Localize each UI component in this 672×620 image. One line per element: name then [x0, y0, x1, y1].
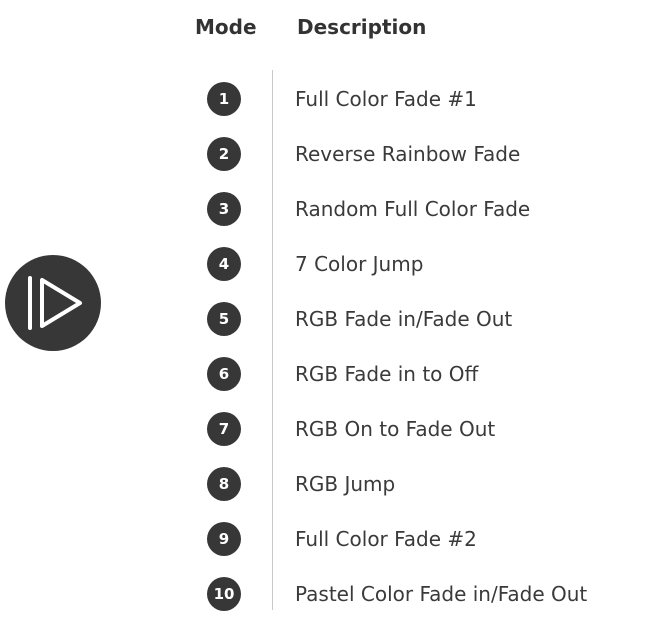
mode-row: 6 RGB Fade in to Off: [0, 345, 672, 400]
mode-row: 4 7 Color Jump: [0, 235, 672, 290]
mode-number-badge: 10: [207, 577, 241, 611]
mode-description: Pastel Color Fade in/Fade Out: [295, 582, 588, 606]
mode-description: Full Color Fade #1: [295, 87, 477, 111]
mode-row: 1 Full Color Fade #1: [0, 70, 672, 125]
mode-number-badge: 9: [207, 522, 241, 556]
mode-number-badge: 2: [207, 137, 241, 171]
mode-description: Full Color Fade #2: [295, 527, 477, 551]
mode-column-header: Mode: [195, 15, 257, 39]
mode-description: 7 Color Jump: [295, 252, 424, 276]
mode-description: RGB On to Fade Out: [295, 417, 496, 441]
mode-number-badge: 5: [207, 302, 241, 336]
mode-row: 2 Reverse Rainbow Fade: [0, 125, 672, 180]
mode-row: 9 Full Color Fade #2: [0, 510, 672, 565]
mode-description: Reverse Rainbow Fade: [295, 142, 521, 166]
table-header: Mode Description: [0, 12, 672, 42]
mode-row: 5 RGB Fade in/Fade Out: [0, 290, 672, 345]
mode-number-badge: 1: [207, 82, 241, 116]
mode-description: Random Full Color Fade: [295, 197, 531, 221]
mode-number-badge: 7: [207, 412, 241, 446]
mode-number-badge: 6: [207, 357, 241, 391]
mode-number-badge: 8: [207, 467, 241, 501]
mode-description: RGB Jump: [295, 472, 396, 496]
mode-number-badge: 3: [207, 192, 241, 226]
mode-row: 10 Pastel Color Fade in/Fade Out: [0, 565, 672, 620]
mode-number-badge: 4: [207, 247, 241, 281]
mode-list: 1 Full Color Fade #1 2 Reverse Rainbow F…: [0, 70, 672, 620]
mode-row: 8 RGB Jump: [0, 455, 672, 510]
mode-description: RGB Fade in to Off: [295, 362, 479, 386]
description-column-header: Description: [297, 15, 427, 39]
mode-description: RGB Fade in/Fade Out: [295, 307, 513, 331]
mode-row: 7 RGB On to Fade Out: [0, 400, 672, 455]
mode-row: 3 Random Full Color Fade: [0, 180, 672, 235]
